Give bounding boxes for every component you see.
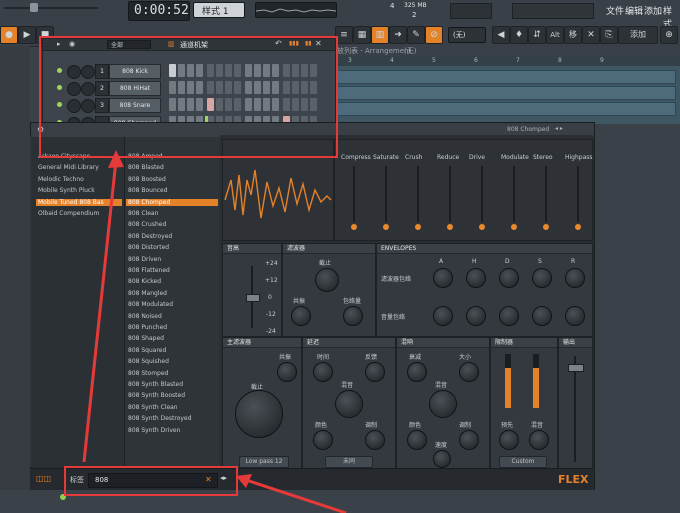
arrow-up-head <box>108 150 124 168</box>
annotation-arrows <box>82 150 347 513</box>
arrow-left-line <box>245 478 347 513</box>
arrow-up-line <box>82 159 118 463</box>
